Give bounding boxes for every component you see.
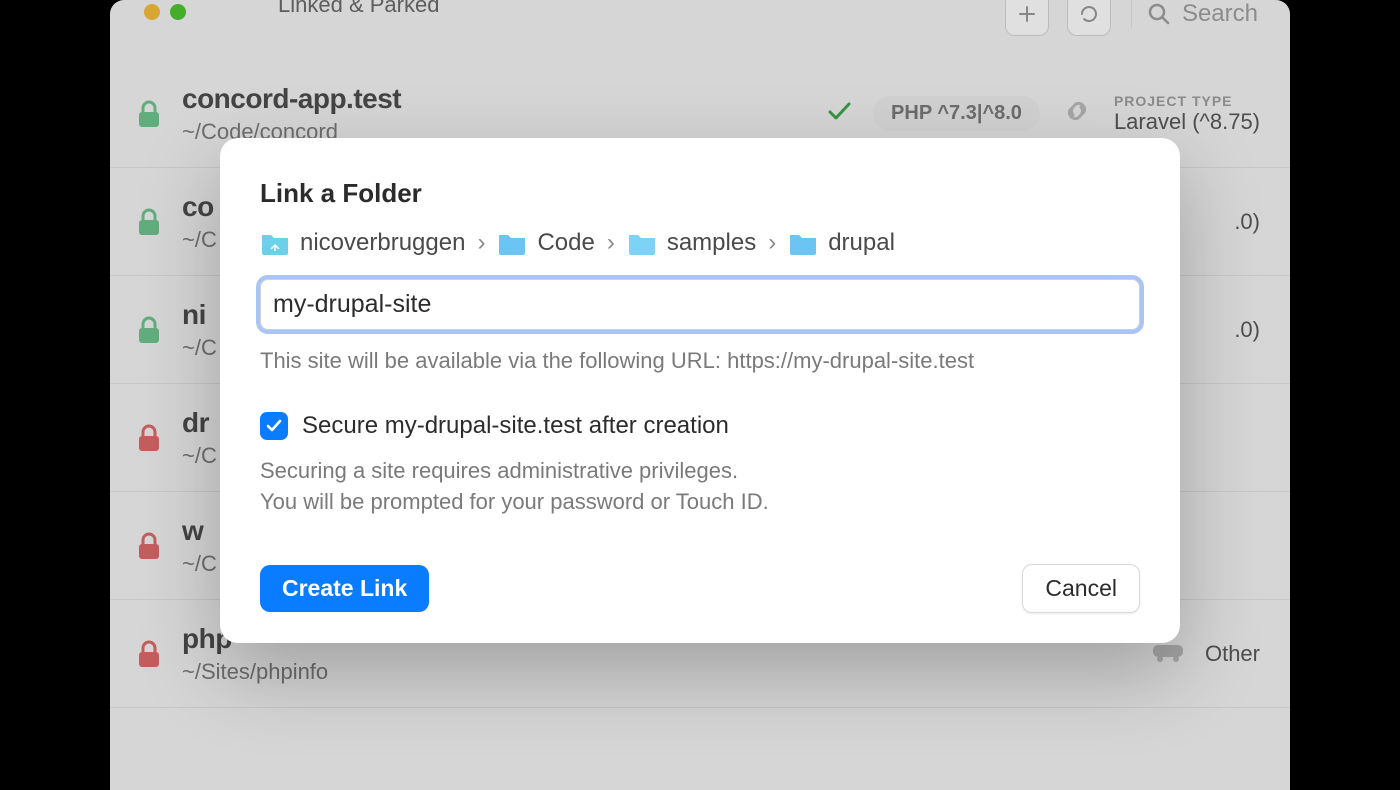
breadcrumb-item[interactable]: drupal bbox=[828, 229, 895, 257]
breadcrumb-item[interactable]: Code bbox=[537, 229, 594, 257]
breadcrumb-item[interactable]: nicoverbruggen bbox=[300, 229, 465, 257]
folder-icon bbox=[627, 231, 657, 255]
breadcrumb: nicoverbruggen › Code › samples › drupal bbox=[260, 229, 1140, 257]
folder-icon bbox=[788, 231, 818, 255]
chevron-right-icon: › bbox=[475, 229, 487, 257]
home-folder-icon bbox=[260, 231, 290, 255]
site-name-input[interactable] bbox=[260, 279, 1140, 330]
create-link-button[interactable]: Create Link bbox=[260, 565, 429, 612]
breadcrumb-item[interactable]: samples bbox=[667, 229, 756, 257]
modal-title: Link a Folder bbox=[260, 178, 1140, 209]
url-hint: This site will be available via the foll… bbox=[260, 348, 1140, 374]
secure-subtext: Securing a site requires administrative … bbox=[260, 456, 1140, 518]
modal-actions: Create Link Cancel bbox=[260, 564, 1140, 613]
link-folder-modal: Link a Folder nicoverbruggen › Code › sa… bbox=[220, 138, 1180, 643]
secure-checkbox[interactable] bbox=[260, 412, 288, 440]
chevron-right-icon: › bbox=[766, 229, 778, 257]
chevron-right-icon: › bbox=[605, 229, 617, 257]
cancel-button[interactable]: Cancel bbox=[1022, 564, 1140, 613]
secure-checkbox-row[interactable]: Secure my-drupal-site.test after creatio… bbox=[260, 412, 1140, 440]
folder-icon bbox=[497, 231, 527, 255]
secure-checkbox-label: Secure my-drupal-site.test after creatio… bbox=[302, 412, 729, 440]
checkmark-icon bbox=[265, 417, 283, 435]
